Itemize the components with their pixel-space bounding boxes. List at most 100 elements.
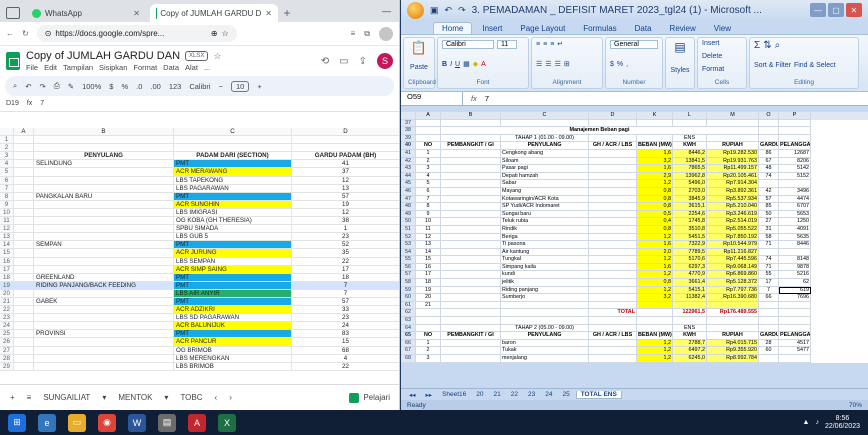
cell-a[interactable] xyxy=(14,346,34,355)
cell-section[interactable]: ACR JURUNG xyxy=(174,249,292,258)
row-number[interactable]: 64 xyxy=(401,324,416,333)
row-number[interactable]: 59 xyxy=(401,286,416,295)
cell-pembangkit[interactable] xyxy=(441,172,501,181)
cell-gardu-padam[interactable]: 17 xyxy=(292,266,399,274)
cell-no[interactable]: 2 xyxy=(416,347,441,355)
cell-penyulang[interactable]: jelitik xyxy=(501,279,589,287)
cell-gh[interactable] xyxy=(589,165,637,173)
cell-section[interactable]: PMT xyxy=(174,273,292,282)
ribbon-tab-review[interactable]: Review xyxy=(662,23,704,34)
cell-no[interactable]: 3 xyxy=(416,165,441,173)
cell-pembangkit[interactable] xyxy=(441,225,501,234)
cell-kwh[interactable]: 6245,0 xyxy=(673,355,707,363)
cell-pelanggan[interactable]: 5635 xyxy=(779,233,811,242)
cell-section[interactable]: LBS PAGARAWAN xyxy=(174,184,292,193)
row-number[interactable]: 54 xyxy=(401,248,416,257)
cell-a[interactable] xyxy=(14,330,34,339)
row-number[interactable]: 22 xyxy=(0,306,14,315)
ribbon-tab-view[interactable]: View xyxy=(706,23,739,34)
cell-no[interactable]: 1 xyxy=(416,339,441,348)
font-select[interactable]: Calibri xyxy=(189,82,210,91)
row-number[interactable]: 25 xyxy=(0,330,14,339)
cell-penyulang[interactable]: GREENLAND xyxy=(34,273,174,282)
cell-gardu[interactable]: 27 xyxy=(759,218,779,226)
row-number[interactable]: 53 xyxy=(401,241,416,249)
align-left-icon[interactable]: ☰ xyxy=(536,60,542,68)
find-icon[interactable]: ⌕ xyxy=(775,40,781,51)
back-icon[interactable]: ← xyxy=(6,29,14,38)
column-header-a[interactable]: A xyxy=(14,128,34,137)
cell-gh[interactable] xyxy=(589,279,637,287)
cell-penyulang[interactable]: Riding panjang xyxy=(501,286,589,295)
cell-pelanggan[interactable]: 8206 xyxy=(779,157,811,166)
header-beban[interactable]: BEBAN (MW) xyxy=(637,332,673,340)
header-gardu[interactable]: GARDU xyxy=(759,142,779,150)
pelajari-button[interactable]: Pelajari xyxy=(349,392,390,403)
cell-penyulang[interactable]: Cengkong abang xyxy=(501,149,589,158)
cell-a[interactable] xyxy=(14,297,34,307)
row-number[interactable]: 17 xyxy=(0,265,14,274)
cell-beban[interactable]: 0,8 xyxy=(637,195,673,204)
header-beban[interactable]: BEBAN (MW) xyxy=(637,142,673,150)
search-menus-icon[interactable]: ⌕ xyxy=(13,81,17,91)
ribbon-tab-data[interactable]: Data xyxy=(627,23,660,34)
menu-tools[interactable]: Alat xyxy=(185,63,198,72)
cell-penyulang[interactable]: SELINDUNG xyxy=(34,160,174,169)
cell-gardu[interactable] xyxy=(759,248,779,257)
row-number[interactable]: 48 xyxy=(401,203,416,211)
row-number[interactable]: 26 xyxy=(0,338,14,347)
cell-gardu-padam[interactable]: 57 xyxy=(292,298,399,307)
cell-no[interactable]: 16 xyxy=(416,263,441,272)
cell-kwh[interactable]: 5415,1 xyxy=(673,286,707,295)
cell-a[interactable] xyxy=(14,168,34,177)
cell-penyulang[interactable]: Depati hamzah xyxy=(501,172,589,181)
cell[interactable] xyxy=(759,317,779,325)
scroll-left-icon[interactable]: ‹ xyxy=(215,393,218,402)
cell-pelanggan[interactable] xyxy=(779,301,811,310)
cell-rupiah[interactable]: Rp5.537.934 xyxy=(707,195,759,204)
cell[interactable] xyxy=(416,317,441,325)
align-middle-icon[interactable]: ≡ xyxy=(543,41,547,48)
cell-penyulang[interactable] xyxy=(34,249,174,258)
cell-rupiah[interactable]: Rp9.068.149 xyxy=(707,263,759,272)
header-penyulang[interactable]: PENYULANG xyxy=(501,142,589,150)
cell-penyulang[interactable] xyxy=(34,314,174,323)
excel-col-b[interactable]: B xyxy=(441,112,501,120)
header-no[interactable]: NO xyxy=(416,142,441,150)
row-number[interactable]: 68 xyxy=(401,355,416,363)
cell[interactable] xyxy=(589,134,637,143)
cell-gardu-padam[interactable]: 7 xyxy=(292,281,399,290)
cell[interactable] xyxy=(707,317,759,325)
file-explorer-icon[interactable]: ▭ xyxy=(68,413,86,432)
cell-pelanggan[interactable]: 4517 xyxy=(779,339,811,348)
font-color-icon[interactable]: A xyxy=(481,61,486,68)
sheet-grid[interactable]: A B C D 1 2 3 PENYULANG PADAM DARI (SECTION)… xyxy=(0,128,399,371)
cell-no[interactable]: 12 xyxy=(416,233,441,242)
row-number[interactable]: 3 xyxy=(0,152,14,161)
sheet-tab[interactable]: 25 xyxy=(558,391,573,398)
cell-a[interactable] xyxy=(14,176,34,185)
cell-section[interactable]: LBS BRIMOB xyxy=(174,362,292,371)
row-number[interactable]: 19 xyxy=(0,281,14,290)
row-number[interactable]: 65 xyxy=(401,332,416,340)
cell-gh[interactable] xyxy=(589,210,637,219)
cell-kwh[interactable]: 5496,0 xyxy=(673,180,707,188)
cell-pembangkit[interactable] xyxy=(441,195,501,204)
cell-penyulang[interactable]: Tukak xyxy=(501,347,589,355)
header-no[interactable]: NO xyxy=(416,332,441,340)
row-number[interactable]: 5 xyxy=(0,168,14,177)
cell-gardu[interactable]: 42 xyxy=(759,187,779,196)
cell-penyulang[interactable]: Simpang kaila xyxy=(501,263,589,272)
cell-penyulang[interactable]: Rindik xyxy=(501,225,589,234)
cell-penyulang[interactable]: Beriga xyxy=(501,233,589,242)
cell-gardu-padam[interactable]: 12 xyxy=(292,209,399,218)
volume-icon[interactable]: ♪ xyxy=(815,419,819,426)
cell-pelanggan[interactable]: 8148 xyxy=(779,256,811,264)
row-number[interactable]: 63 xyxy=(401,317,416,325)
cell-kwh[interactable]: 13962,8 xyxy=(673,172,707,181)
cell-pelanggan[interactable]: 5653 xyxy=(779,210,811,219)
cell-pembangkit[interactable] xyxy=(441,256,501,264)
cell-pembangkit[interactable] xyxy=(441,286,501,295)
cell-rupiah[interactable] xyxy=(707,301,759,310)
cell-penyulang[interactable]: Air kantung xyxy=(501,248,589,257)
